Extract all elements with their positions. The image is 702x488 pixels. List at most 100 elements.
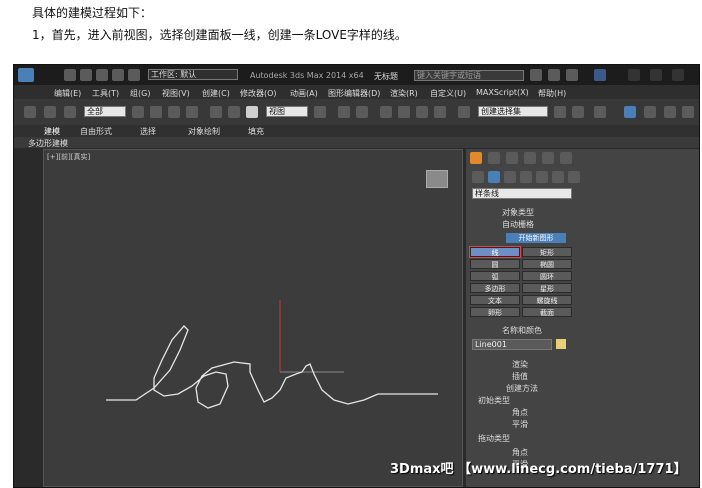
named-selection-dropdown[interactable]: 创建选择集 (478, 106, 548, 117)
modify-tab-icon[interactable] (488, 152, 500, 164)
pivot-center-icon[interactable] (314, 106, 326, 118)
name-color-rollout-title[interactable]: 名称和颜色 (502, 325, 542, 336)
menu-animation[interactable]: 动画(A) (290, 88, 318, 99)
shape-ngon-button[interactable]: 多边形 (470, 283, 520, 293)
rendering-rollout-title[interactable]: 渲染 (512, 359, 528, 370)
helpers-icon[interactable] (536, 171, 548, 183)
mirror-icon[interactable] (554, 106, 566, 118)
start-new-shape-button[interactable]: 开始新图形 (506, 233, 566, 243)
snap-toggle-icon[interactable] (380, 106, 392, 118)
geometry-icon[interactable] (472, 171, 484, 183)
menu-help[interactable]: 帮助(H) (538, 88, 566, 99)
exchange-icon[interactable] (566, 69, 578, 81)
reference-coordinate-dropdown[interactable]: 视图 (266, 106, 308, 117)
close-icon[interactable] (672, 69, 684, 81)
search-icon[interactable] (530, 69, 542, 81)
create-tab-icon[interactable] (470, 152, 482, 164)
initial-smooth-radio[interactable]: 平滑 (512, 419, 528, 430)
shape-text-button[interactable]: 文本 (470, 295, 520, 305)
creation-method-rollout-title[interactable]: 创建方法 (506, 383, 538, 394)
undo-icon[interactable] (112, 69, 124, 81)
window-crossing-icon[interactable] (186, 106, 198, 118)
rotate-icon[interactable] (228, 106, 240, 118)
shapes-icon[interactable] (488, 171, 500, 183)
link-icon[interactable] (24, 106, 36, 118)
object-type-rollout-title[interactable]: 对象类型 (502, 207, 534, 218)
menu-modifiers[interactable]: 修改器(O) (240, 88, 277, 99)
help-icon[interactable] (594, 69, 606, 81)
layer-manager-icon[interactable] (594, 106, 606, 118)
star-icon[interactable] (548, 69, 560, 81)
systems-icon[interactable] (568, 171, 580, 183)
front-viewport[interactable]: [+][前][真实] (43, 149, 463, 487)
ribbon-tab-freeform[interactable]: 自由形式 (80, 126, 112, 137)
ribbon-sub-poly-modeling[interactable]: 多边形建模 (28, 138, 68, 149)
redo-icon[interactable] (128, 69, 140, 81)
percent-snap-icon[interactable] (416, 106, 428, 118)
menu-group[interactable]: 组(G) (130, 88, 150, 99)
workspace-dropdown[interactable]: 工作区: 默认 (148, 69, 238, 80)
menu-maxscript[interactable]: MAXScript(X) (476, 88, 529, 97)
interpolation-rollout-title[interactable]: 插值 (512, 371, 528, 382)
shape-star-button[interactable]: 星形 (522, 283, 572, 293)
open-file-icon[interactable] (80, 69, 92, 81)
menu-create[interactable]: 创建(C) (202, 88, 230, 99)
keyboard-shortcut-icon[interactable] (356, 106, 368, 118)
object-name-field[interactable]: Line001 (472, 339, 552, 350)
angle-snap-icon[interactable] (398, 106, 410, 118)
ribbon-tab-object-paint[interactable]: 对象绘制 (188, 126, 220, 137)
select-object-icon[interactable] (132, 106, 144, 118)
shape-circle-button[interactable]: 圆 (470, 259, 520, 269)
app-logo-icon[interactable] (18, 68, 34, 82)
ribbon-tab-populate[interactable]: 填充 (248, 126, 264, 137)
shape-donut-button[interactable]: 圆环 (522, 271, 572, 281)
menu-rendering[interactable]: 渲染(R) (390, 88, 418, 99)
spacewarps-icon[interactable] (552, 171, 564, 183)
save-file-icon[interactable] (96, 69, 108, 81)
spinner-snap-icon[interactable] (434, 106, 446, 118)
shape-line-button[interactable]: 线 (469, 246, 521, 258)
shape-arc-button[interactable]: 弧 (470, 271, 520, 281)
shape-ellipse-button[interactable]: 椭圆 (522, 259, 572, 269)
motion-tab-icon[interactable] (524, 152, 536, 164)
menu-graph-editors[interactable]: 图形编辑器(D) (328, 88, 380, 99)
menu-tools[interactable]: 工具(T) (92, 88, 119, 99)
shape-section-button[interactable]: 截面 (522, 307, 572, 317)
hierarchy-tab-icon[interactable] (506, 152, 518, 164)
move-icon[interactable] (210, 106, 222, 118)
curve-editor-icon[interactable] (644, 106, 656, 118)
object-color-swatch[interactable] (556, 339, 566, 349)
unlink-icon[interactable] (44, 106, 56, 118)
scale-icon[interactable] (246, 106, 258, 118)
search-input[interactable]: 键入关键字或短语 (414, 70, 524, 81)
ribbon-tab-selection[interactable]: 选择 (140, 126, 156, 137)
autogrid-label[interactable]: 自动栅格 (502, 219, 534, 230)
minimize-icon[interactable] (628, 69, 640, 81)
bind-spacewarp-icon[interactable] (64, 106, 76, 118)
render-setup-icon[interactable] (664, 106, 676, 118)
cameras-icon[interactable] (520, 171, 532, 183)
menu-customize[interactable]: 自定义(U) (430, 88, 466, 99)
shape-helix-button[interactable]: 螺旋线 (522, 295, 572, 305)
selection-filter-dropdown[interactable]: 全部 (84, 106, 126, 117)
ribbon-tab-modeling[interactable]: 建模 (44, 126, 60, 137)
drag-corner-radio[interactable]: 角点 (512, 447, 528, 458)
select-by-name-icon[interactable] (150, 106, 162, 118)
menu-views[interactable]: 视图(V) (162, 88, 190, 99)
align-icon[interactable] (572, 106, 584, 118)
shape-egg-button[interactable]: 卵形 (470, 307, 520, 317)
shape-category-dropdown[interactable]: 样条线 (472, 188, 572, 199)
rectangular-selection-icon[interactable] (168, 106, 180, 118)
edit-named-selection-icon[interactable] (458, 106, 470, 118)
render-frame-icon[interactable] (682, 106, 694, 118)
select-manipulate-icon[interactable] (338, 106, 350, 118)
maximize-icon[interactable] (650, 69, 662, 81)
utilities-tab-icon[interactable] (560, 152, 572, 164)
display-tab-icon[interactable] (542, 152, 554, 164)
lights-icon[interactable] (504, 171, 516, 183)
shape-rectangle-button[interactable]: 矩形 (522, 247, 572, 257)
menu-edit[interactable]: 编辑(E) (54, 88, 81, 99)
initial-corner-radio[interactable]: 角点 (512, 407, 528, 418)
new-file-icon[interactable] (64, 69, 76, 81)
graphite-toggle-icon[interactable] (624, 106, 636, 118)
